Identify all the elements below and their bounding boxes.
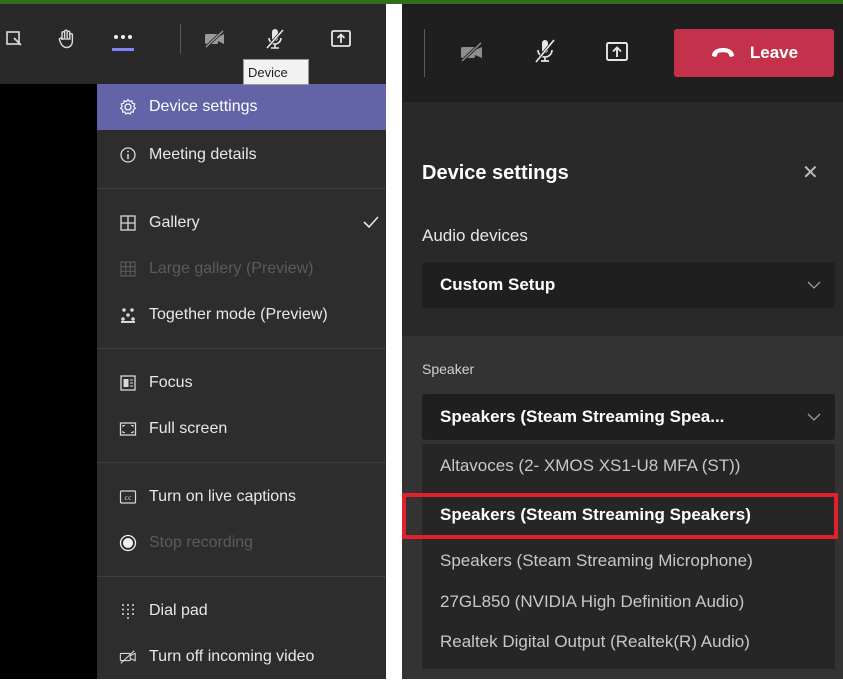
svg-text:cc: cc bbox=[124, 494, 132, 502]
chevron-down-icon bbox=[807, 275, 821, 295]
menu-item-stop-recording: Stop recording bbox=[97, 520, 386, 566]
menu-item-label: Stop recording bbox=[149, 534, 254, 551]
menu-item-turn-off-incoming-video[interactable]: Turn off incoming video bbox=[97, 634, 386, 679]
share-icon[interactable] bbox=[602, 37, 632, 67]
menu-divider bbox=[97, 462, 386, 463]
menu-item-label: Gallery bbox=[149, 214, 200, 231]
speaker-options-list: Altavoces (2- XMOS XS1-U8 MFA (ST)) Spea… bbox=[422, 444, 835, 669]
menu-item-label: Turn off incoming video bbox=[149, 648, 315, 665]
camera-off-icon[interactable] bbox=[457, 37, 487, 67]
video-area bbox=[0, 84, 97, 679]
info-icon bbox=[119, 146, 137, 164]
speaker-label: Speaker bbox=[422, 361, 475, 377]
speaker-option[interactable]: Realtek Digital Output (Realtek(R) Audio… bbox=[440, 632, 750, 652]
more-actions-menu: Device settings Meeting details Gallery … bbox=[97, 84, 386, 679]
audio-devices-label: Audio devices bbox=[422, 226, 528, 245]
record-icon bbox=[119, 534, 137, 552]
meeting-toolbar bbox=[0, 4, 386, 84]
share-icon[interactable] bbox=[326, 24, 356, 54]
menu-item-label: Together mode (Preview) bbox=[149, 306, 328, 323]
close-button[interactable]: ✕ bbox=[802, 160, 819, 185]
raise-hand-icon[interactable] bbox=[52, 24, 82, 54]
video-off-icon bbox=[119, 648, 137, 666]
menu-item-label: Large gallery (Preview) bbox=[149, 260, 314, 277]
menu-item-meeting-details[interactable]: Meeting details bbox=[97, 132, 386, 178]
dial-pad-icon bbox=[119, 602, 137, 620]
large-gallery-icon bbox=[119, 260, 137, 278]
share-tray-icon[interactable] bbox=[0, 24, 30, 54]
gear-icon bbox=[119, 98, 137, 116]
more-actions-icon[interactable] bbox=[108, 24, 138, 54]
speaker-dropdown[interactable]: Speakers (Steam Streaming Spea... bbox=[422, 394, 835, 440]
menu-item-label: Meeting details bbox=[149, 146, 257, 163]
meeting-more-menu-panel: Device settings Meeting details Gallery … bbox=[0, 4, 386, 679]
dropdown-value: Speakers (Steam Streaming Spea... bbox=[440, 407, 725, 426]
menu-item-label: Focus bbox=[149, 374, 193, 391]
menu-item-together-mode[interactable]: Together mode (Preview) bbox=[97, 292, 386, 338]
speaker-option[interactable]: 27GL850 (NVIDIA High Definition Audio) bbox=[440, 592, 744, 612]
menu-item-label: Full screen bbox=[149, 420, 228, 437]
menu-item-large-gallery: Large gallery (Preview) bbox=[97, 246, 386, 292]
full-screen-icon bbox=[119, 420, 137, 438]
checkmark-icon bbox=[362, 214, 380, 235]
menu-item-device-settings[interactable]: Device settings bbox=[97, 84, 386, 130]
gallery-icon bbox=[119, 214, 137, 232]
menu-item-full-screen[interactable]: Full screen bbox=[97, 406, 386, 452]
menu-divider bbox=[97, 188, 386, 189]
audio-devices-dropdown[interactable]: Custom Setup bbox=[422, 262, 835, 308]
menu-divider bbox=[97, 348, 386, 349]
menu-item-gallery[interactable]: Gallery bbox=[97, 200, 386, 246]
tooltip: Device bbox=[243, 59, 309, 85]
speaker-option[interactable]: Altavoces (2- XMOS XS1-U8 MFA (ST)) bbox=[440, 456, 740, 476]
menu-divider bbox=[97, 576, 386, 577]
dropdown-value: Custom Setup bbox=[440, 275, 556, 294]
menu-item-live-captions[interactable]: cc Turn on live captions bbox=[97, 474, 386, 520]
menu-item-label: Turn on live captions bbox=[149, 488, 297, 505]
leave-button[interactable]: Leave bbox=[674, 29, 834, 77]
menu-item-dial-pad[interactable]: Dial pad bbox=[97, 588, 386, 634]
captions-icon: cc bbox=[119, 488, 137, 506]
device-settings-panel: Leave Device settings ✕ Audio devices Cu… bbox=[402, 4, 843, 679]
meeting-toolbar: Leave bbox=[402, 4, 843, 102]
menu-item-label: Device settings bbox=[149, 98, 258, 115]
toolbar-divider bbox=[424, 29, 425, 77]
focus-icon bbox=[119, 374, 137, 392]
chevron-down-icon bbox=[807, 407, 821, 427]
menu-item-focus[interactable]: Focus bbox=[97, 360, 386, 406]
highlight-box bbox=[402, 493, 838, 539]
panel-title: Device settings bbox=[422, 162, 569, 184]
menu-item-label: Dial pad bbox=[149, 602, 208, 619]
hang-up-icon bbox=[711, 48, 734, 57]
leave-label: Leave bbox=[749, 43, 799, 62]
mic-off-icon[interactable] bbox=[260, 24, 290, 54]
speaker-option[interactable]: Speakers (Steam Streaming Microphone) bbox=[440, 551, 753, 571]
mic-off-icon[interactable] bbox=[530, 36, 560, 66]
together-mode-icon bbox=[119, 306, 137, 324]
toolbar-divider bbox=[180, 24, 181, 54]
camera-off-icon[interactable] bbox=[200, 24, 230, 54]
